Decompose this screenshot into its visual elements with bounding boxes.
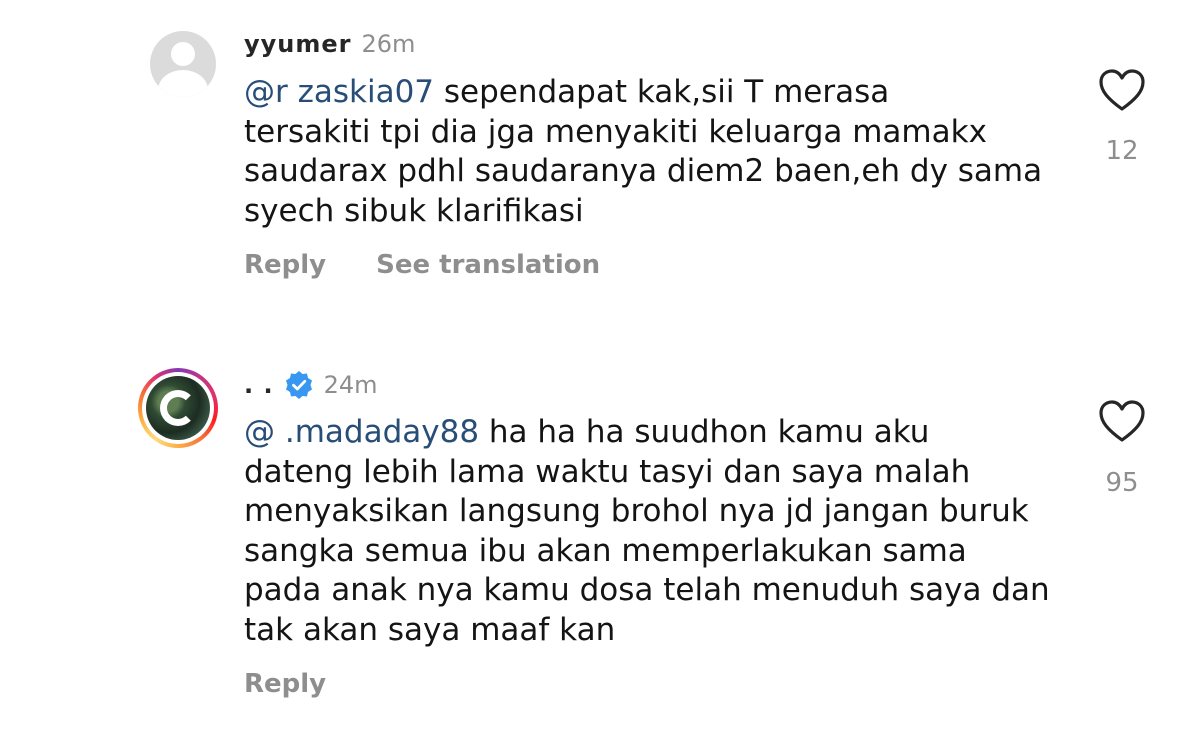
heart-outline-icon[interactable] [1098, 69, 1146, 113]
comment-actions: Reply See translation [244, 250, 600, 280]
like-count: 12 [1105, 136, 1139, 166]
comment-text: @ .madaday88 ha ha ha suudhon kamu aku d… [244, 413, 1064, 650]
comment-line: tak akan saya maaf kan [244, 611, 616, 648]
comment-meta: . . 24m [244, 370, 378, 400]
comment-line: tersakiti tpi dia jga menyakiti keluarga… [244, 113, 987, 150]
avatar-story-ring[interactable] [138, 368, 218, 448]
comment-meta: yyumer 26m [244, 30, 415, 58]
comment-line: sangka semua ibu akan memperlakukan sama [244, 532, 967, 569]
comment-timestamp: 26m [361, 30, 416, 58]
mention-link[interactable]: @ .madaday88 [244, 414, 479, 450]
comment-username[interactable]: yyumer [244, 30, 352, 58]
avatar-body-shape [158, 70, 208, 97]
heart-outline-icon[interactable] [1098, 400, 1146, 444]
comment-line: dateng lebih lama waktu tasyi dan saya m… [244, 453, 971, 490]
avatar-logo-shape [160, 390, 196, 426]
comment-line: menyaksikan langsung brohol nya jd janga… [244, 493, 1029, 529]
comment-item: yyumer 26m @r zaskia07 sependapat kak,si… [0, 0, 1200, 320]
comment-timestamp: 24m [323, 371, 378, 399]
comment-username[interactable]: . . [244, 371, 274, 399]
see-translation-button[interactable]: See translation [376, 250, 600, 280]
comment-line: pada anak nya kamu dosa telah menuduh sa… [244, 572, 1050, 608]
comment-line: @r zaskia07 sependapat kak,sii T merasa [244, 73, 1064, 113]
comment-item: . . 24m @ .madaday88 ha ha ha suudhon ka… [0, 330, 1200, 730]
reply-button[interactable]: Reply [244, 669, 326, 699]
comment-line: syech sibuk klarifikasi [244, 192, 584, 229]
avatar-head-shape [171, 42, 195, 66]
avatar[interactable] [150, 31, 216, 97]
comment-line: saudarax pdhl saudaranya diem2 baen,eh d… [244, 153, 1043, 189]
comment-actions: Reply [244, 669, 326, 699]
comment-line: @ .madaday88 ha ha ha suudhon kamu aku [244, 413, 1064, 453]
comment-line-text: ha ha ha suudhon kamu aku [479, 414, 930, 450]
reply-button[interactable]: Reply [244, 250, 326, 280]
mention-link[interactable]: @r zaskia07 [244, 74, 434, 110]
like-count: 95 [1105, 468, 1139, 498]
verified-badge-icon [285, 371, 312, 399]
comment-line-text: sependapat kak,sii T merasa [434, 74, 890, 110]
comment-text: @r zaskia07 sependapat kak,sii T merasa … [244, 73, 1064, 231]
avatar [146, 376, 210, 440]
